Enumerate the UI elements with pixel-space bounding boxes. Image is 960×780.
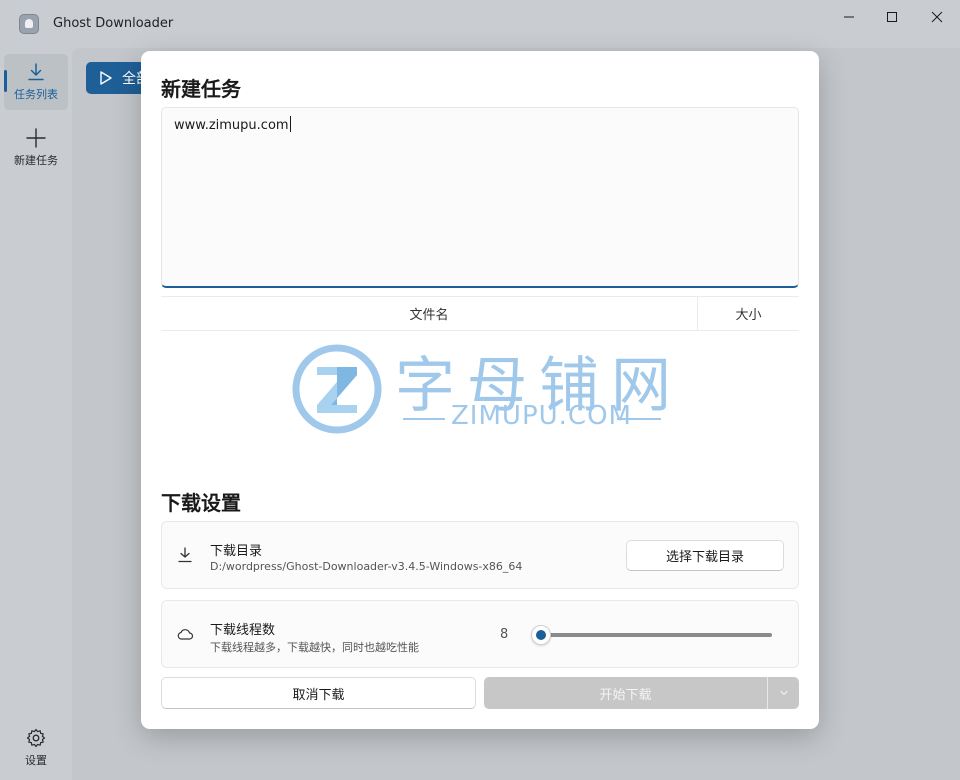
download-dir-title: 下载目录 <box>210 544 263 559</box>
minimize-button[interactable] <box>826 0 872 34</box>
start-download-options-button[interactable] <box>767 677 799 709</box>
maximize-button[interactable] <box>869 0 915 34</box>
sidebar-item-label: 任务列表 <box>14 88 58 101</box>
column-header-filename[interactable]: 文件名 <box>161 297 698 330</box>
url-input-value: www.zimupu.com <box>174 118 289 133</box>
gear-icon <box>26 728 46 748</box>
plus-icon <box>26 128 46 148</box>
sidebar-item-label: 设置 <box>25 754 47 767</box>
watermark-en-text: ZIMUPU.COM <box>451 401 632 431</box>
close-icon <box>931 11 943 23</box>
title-bar: Ghost Downloader <box>0 0 960 48</box>
cloud-icon <box>177 629 194 640</box>
file-table-header: 文件名 大小 <box>161 296 799 331</box>
play-icon <box>100 71 112 85</box>
text-caret <box>289 116 291 132</box>
thread-count-description: 下载线程越多，下载越快，同时也越吃性能 <box>210 641 419 654</box>
download-dir-card: 下载目录 D:/wordpress/Ghost-Downloader-v3.4.… <box>161 521 799 589</box>
app-ghost-icon <box>19 14 39 34</box>
dialog-title: 新建任务 <box>161 77 241 101</box>
cancel-download-button[interactable]: 取消下载 <box>161 677 476 709</box>
thread-count-slider[interactable] <box>530 625 772 645</box>
start-download-button[interactable]: 开始下载 <box>484 677 767 709</box>
slider-thumb[interactable] <box>530 625 551 645</box>
download-dir-path: D:/wordpress/Ghost-Downloader-v3.4.5-Win… <box>210 560 523 573</box>
new-task-dialog: 新建任务 www.zimupu.com 文件名 大小 字母铺网 ZIMUPU.C… <box>141 51 819 729</box>
watermark-line-left <box>403 418 445 420</box>
zimupu-logo-icon <box>292 344 382 434</box>
column-header-size[interactable]: 大小 <box>698 297 799 330</box>
app-title: Ghost Downloader <box>53 16 174 31</box>
watermark-line-right <box>617 418 661 420</box>
sidebar: 任务列表 新建任务 设置 <box>0 48 72 780</box>
download-icon <box>178 547 192 563</box>
sidebar-item-settings[interactable]: 设置 <box>4 720 68 776</box>
thread-count-title: 下载线程数 <box>210 623 276 638</box>
maximize-icon <box>887 12 897 22</box>
close-button[interactable] <box>914 0 960 34</box>
sidebar-item-label: 新建任务 <box>14 154 58 167</box>
download-settings-title: 下载设置 <box>161 491 241 515</box>
thread-count-value: 8 <box>500 627 509 642</box>
chevron-down-icon <box>779 690 788 696</box>
sidebar-item-new-task[interactable]: 新建任务 <box>4 120 68 176</box>
watermark: 字母铺网 ZIMUPU.COM <box>291 343 671 439</box>
minimize-icon <box>844 16 854 18</box>
download-icon <box>28 63 44 81</box>
sidebar-item-task-list[interactable]: 任务列表 <box>4 54 68 110</box>
url-input[interactable]: www.zimupu.com <box>161 107 799 288</box>
choose-dir-button[interactable]: 选择下载目录 <box>626 540 784 571</box>
thread-count-card: 下载线程数 下载线程越多，下载越快，同时也越吃性能 8 <box>161 600 799 668</box>
